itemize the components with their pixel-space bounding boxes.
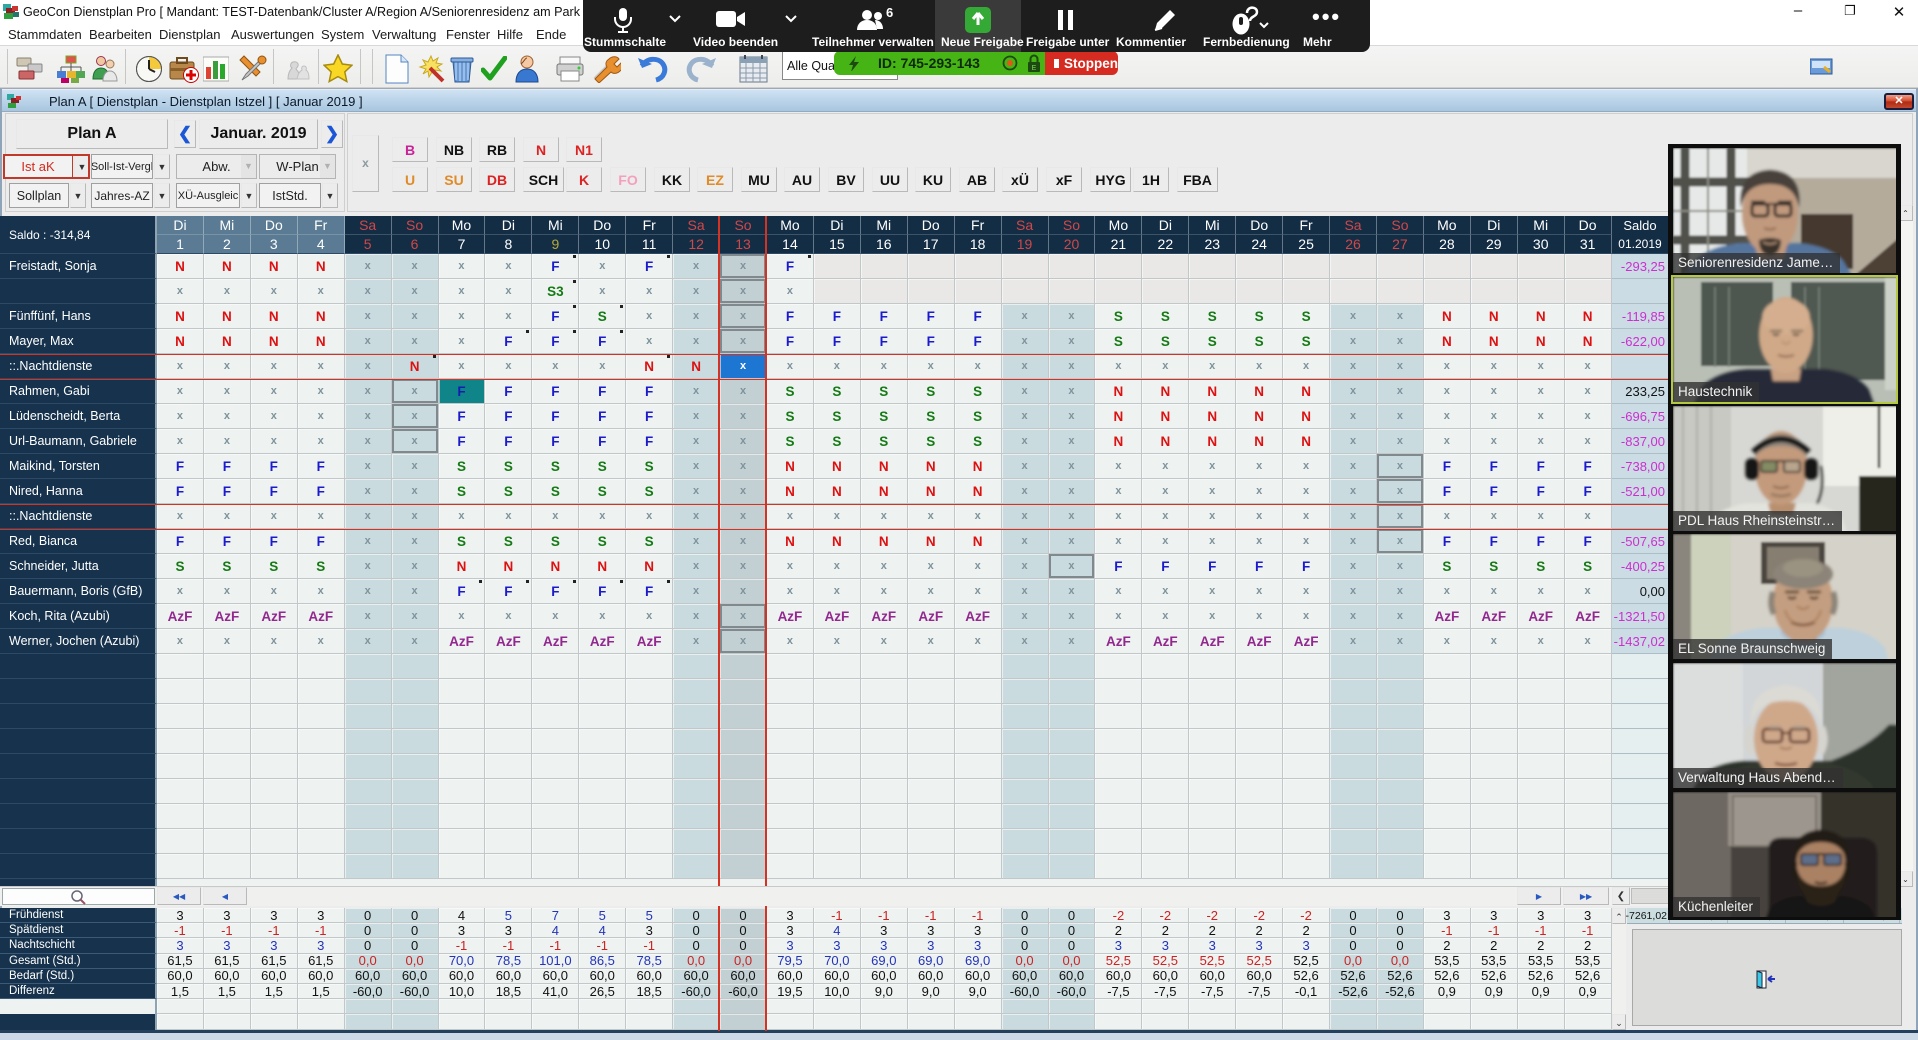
svg-text:E: E	[1032, 65, 1037, 72]
